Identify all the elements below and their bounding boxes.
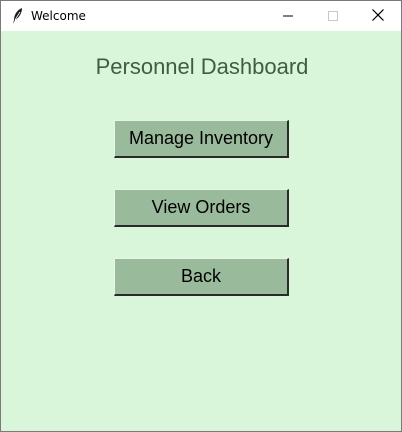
app-window: Welcome Personnel Dashboard Manage Inven… [0, 0, 402, 432]
page-title: Personnel Dashboard [95, 54, 309, 79]
dashboard-content: Personnel Dashboard Manage Inventory Vie… [1, 31, 401, 431]
minimize-button[interactable] [265, 1, 311, 31]
view-orders-button[interactable]: View Orders [114, 189, 289, 227]
feather-icon [10, 7, 26, 25]
close-button[interactable] [355, 1, 401, 31]
back-button[interactable]: Back [114, 258, 289, 296]
maximize-icon [327, 7, 339, 26]
manage-inventory-button[interactable]: Manage Inventory [114, 120, 289, 158]
window-title: Welcome [31, 9, 86, 23]
close-icon [371, 7, 385, 26]
minimize-icon [282, 7, 294, 26]
title-bar[interactable]: Welcome [1, 1, 401, 31]
maximize-button[interactable] [310, 1, 356, 31]
